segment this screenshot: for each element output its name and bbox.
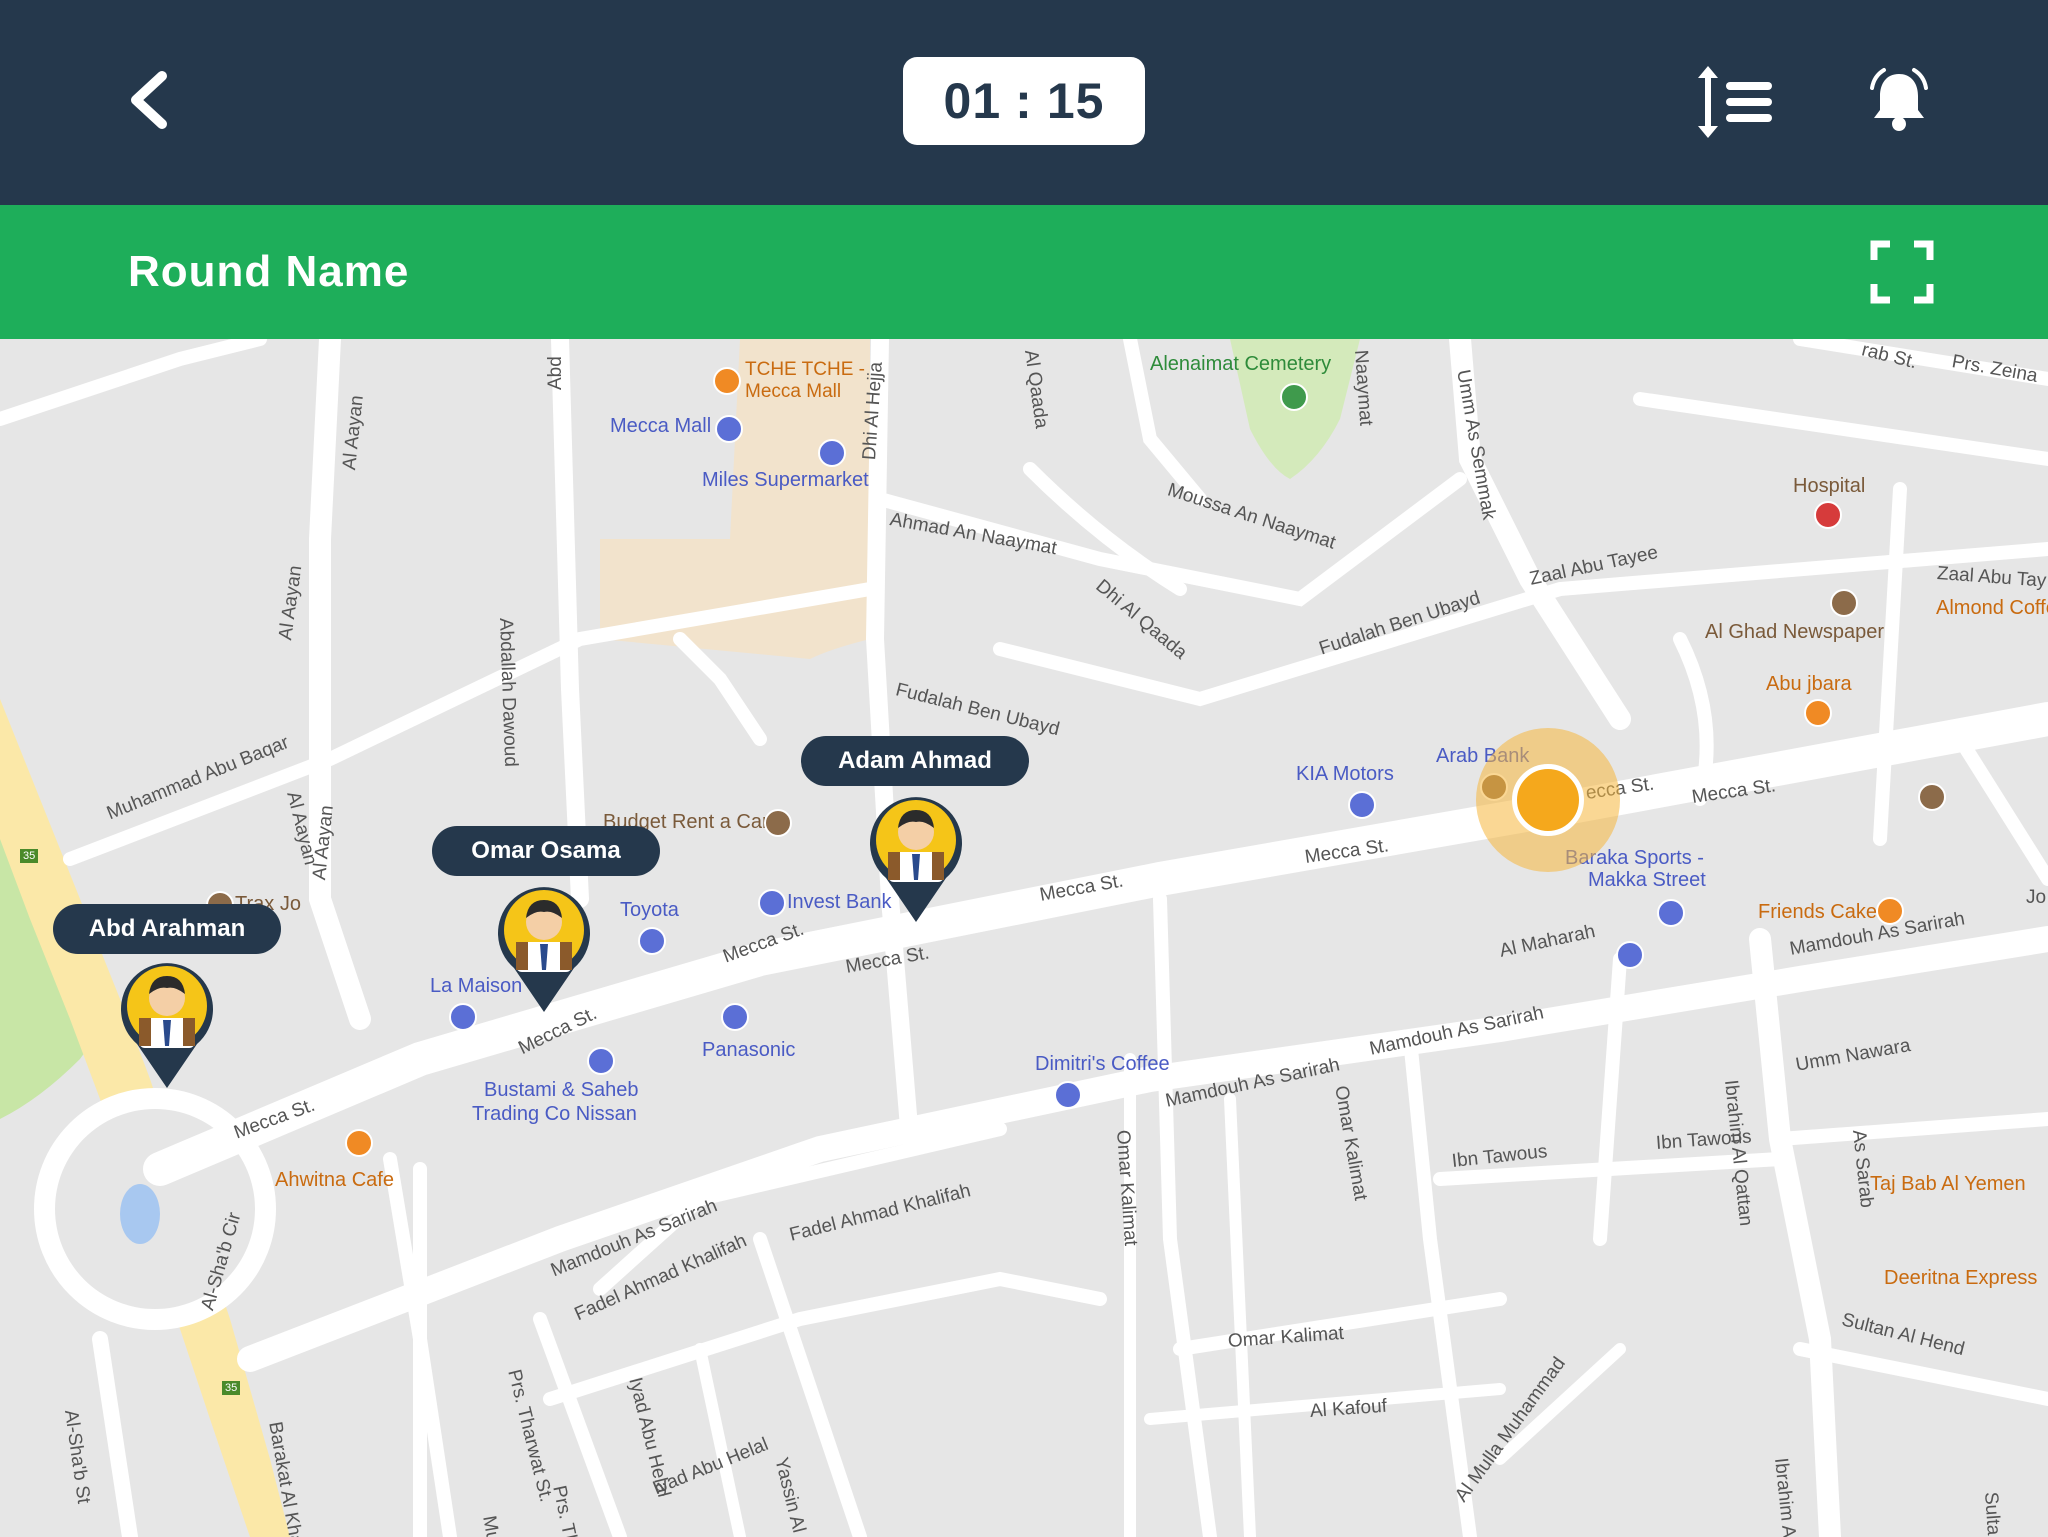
poi-label: Mecca Mall: [610, 415, 712, 437]
poi-label: Ahwitna Cafe: [275, 1169, 394, 1191]
shopping-bag-icon: [449, 1003, 477, 1031]
place-icon: [1830, 589, 1858, 617]
map-roads: [0, 339, 2048, 1537]
shopping-bag-icon: [1054, 1081, 1082, 1109]
top-bar: 01:15: [0, 0, 2048, 205]
timer-separator: :: [1015, 73, 1033, 129]
poi-label: Toyota: [620, 899, 679, 921]
poi-label: Dimitri's Coffee: [1035, 1053, 1170, 1075]
shopping-bag-icon: [1616, 941, 1644, 969]
hospital-icon: [1814, 501, 1842, 529]
poi-label: Alenaimat Cemetery: [1150, 353, 1332, 375]
round-timer: 01:15: [903, 57, 1145, 145]
poi-label: Miles Supermarket: [702, 469, 869, 491]
poi-label: Panasonic: [702, 1039, 796, 1061]
student-avatar-icon: [870, 797, 962, 922]
car-rental-icon: [764, 809, 792, 837]
poi-label: Bustami & Saheb: [484, 1079, 639, 1101]
poi-label: Makka Street: [1588, 869, 1706, 891]
poi-label: Hospital: [1793, 475, 1866, 497]
street-label: Sulta: [1980, 1491, 2004, 1536]
restaurant-icon: [713, 367, 741, 395]
fullscreen-icon: [1870, 240, 1934, 304]
poi-label: Friends Cake: [1758, 901, 1877, 923]
poi-label: Trading Co Nissan: [472, 1103, 637, 1125]
alarm-button[interactable]: [1866, 66, 1932, 136]
student-avatar-icon: [121, 963, 213, 1088]
timer-seconds: 15: [1046, 73, 1105, 129]
student-label-omar[interactable]: Omar Osama: [432, 826, 660, 876]
cemetery-icon: [1280, 383, 1308, 411]
fullscreen-button[interactable]: [1870, 240, 1934, 304]
chevron-left-icon: [131, 71, 167, 129]
poi-label: Taj Bab Al Yemen: [1870, 1173, 2026, 1195]
round-name: Round Name: [128, 247, 410, 296]
poi-label: Mecca Mall: [745, 381, 842, 402]
alarm-bell-icon: [1870, 68, 1928, 131]
route-35-badge: 35: [222, 1381, 241, 1395]
shopping-bag-icon: [587, 1047, 615, 1075]
sort-list-button[interactable]: [1690, 64, 1780, 140]
sort-list-icon: [1698, 66, 1772, 138]
cart-icon: [818, 439, 846, 467]
place-icon: [1918, 783, 1946, 811]
street-label: Jo: [2026, 887, 2047, 908]
student-label-abd[interactable]: Abd Arahman: [53, 904, 281, 954]
route-map[interactable]: Alenaimat Cemetery TCHE TCHE - Mecca Mal…: [0, 339, 2048, 1537]
shopping-bag-icon: [638, 927, 666, 955]
shopping-bag-icon: [1657, 899, 1685, 927]
poi-label: KIA Motors: [1296, 763, 1394, 785]
cafe-icon: [345, 1129, 373, 1157]
shopping-bag-icon: [1348, 791, 1376, 819]
shopping-bag-icon: [721, 1003, 749, 1031]
student-label-adam[interactable]: Adam Ahmad: [801, 736, 1029, 786]
back-button[interactable]: [118, 68, 182, 132]
restaurant-icon: [1804, 699, 1832, 727]
student-pin-abd[interactable]: [117, 960, 217, 1090]
poi-label: Deeritna Express: [1884, 1267, 2038, 1289]
student-pin-omar[interactable]: [494, 884, 594, 1014]
poi-label: Al Ghad Newspaper: [1705, 621, 1884, 643]
poi-label: Almond Coffe: [1936, 597, 2048, 619]
timer-minutes: 01: [943, 73, 1002, 129]
shopping-bag-icon: [715, 415, 743, 443]
student-pin-adam[interactable]: [866, 794, 966, 924]
student-avatar-icon: [498, 887, 590, 1012]
poi-label: Abu jbara: [1766, 673, 1852, 695]
current-location-dot[interactable]: [1512, 764, 1584, 836]
street-label: Abd: [545, 356, 566, 390]
route-35-badge: 35: [20, 849, 39, 863]
poi-label: TCHE TCHE -: [745, 359, 865, 380]
street-label: Mu: [478, 1514, 504, 1537]
atm-icon: [758, 889, 786, 917]
